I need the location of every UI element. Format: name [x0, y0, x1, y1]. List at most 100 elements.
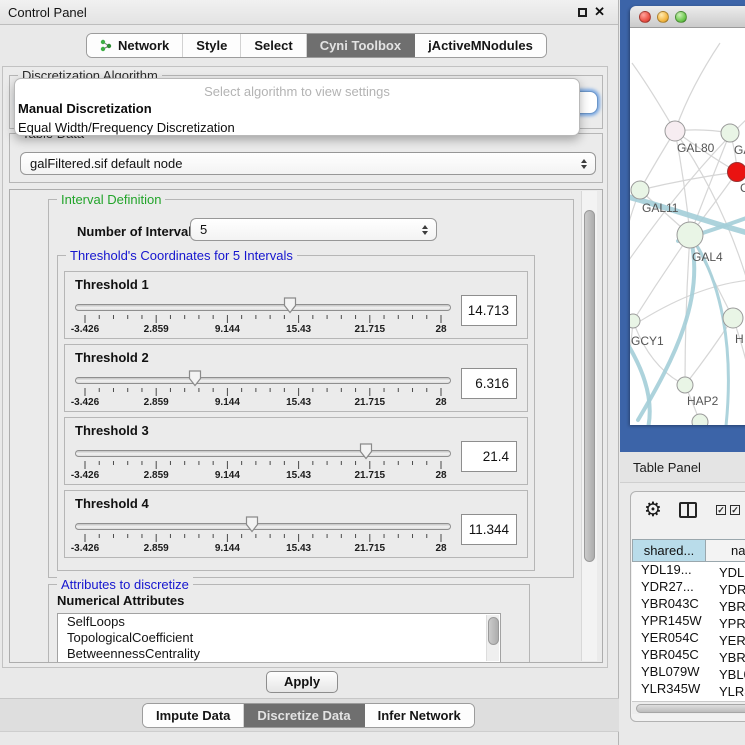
- slider-tick-labels: -3.4262.8599.14415.4321.71528: [85, 543, 441, 555]
- threshold-slider[interactable]: -3.4262.8599.14415.4321.71528: [75, 442, 451, 484]
- tab-discretize-data[interactable]: Discretize Data: [244, 704, 364, 727]
- table-cell: YBR045C: [632, 647, 710, 662]
- tick-label: 21.715: [355, 543, 386, 554]
- tab-style[interactable]: Style: [183, 34, 241, 57]
- table-cell: YLR345W: [632, 681, 710, 696]
- tick-label: -3.426: [71, 470, 99, 481]
- threshold-label: Threshold 1: [75, 277, 149, 292]
- table-horizontal-scrollbar[interactable]: [632, 701, 745, 714]
- float-panel-icon[interactable]: [578, 8, 587, 17]
- number-of-intervals-combobox[interactable]: 5: [190, 218, 437, 241]
- tick-label: 2.859: [144, 543, 169, 554]
- threshold-value-field[interactable]: 14.713: [461, 295, 517, 326]
- tab-infer-network[interactable]: Infer Network: [365, 704, 474, 727]
- network-node[interactable]: [631, 181, 649, 199]
- network-canvas[interactable]: GAL80GACGAL11GAL4GCY1HHAP2: [630, 28, 745, 425]
- threshold-label: Threshold 4: [75, 496, 149, 511]
- tick-label: 28: [435, 543, 446, 554]
- table-row[interactable]: YPR145WYPR1: [632, 613, 745, 630]
- slider-thumb[interactable]: [283, 297, 297, 314]
- close-panel-icon[interactable]: ✕: [594, 4, 605, 20]
- attribute-items: SelfLoopsTopologicalCoefficientBetweenne…: [58, 614, 500, 662]
- slider-thumb[interactable]: [188, 370, 202, 387]
- tab-impute-data[interactable]: Impute Data: [143, 704, 244, 727]
- tab-network[interactable]: Network: [87, 34, 183, 57]
- attribute-item-topologicalcoefficient[interactable]: TopologicalCoefficient: [58, 630, 500, 646]
- network-node[interactable]: [721, 124, 739, 142]
- tab-label: Impute Data: [156, 708, 230, 723]
- settings-scrollbar[interactable]: [581, 191, 597, 661]
- tab-select[interactable]: Select: [241, 34, 306, 57]
- threshold-slider[interactable]: -3.4262.8599.14415.4321.71528: [75, 369, 451, 411]
- threshold-value-field[interactable]: 6.316: [461, 368, 517, 399]
- table-row[interactable]: YDL19...YDL1: [632, 562, 745, 579]
- settings-scrollbar-thumb[interactable]: [584, 210, 595, 562]
- table-row[interactable]: YBR043CYBR0: [632, 596, 745, 613]
- tab-jactivemnodules[interactable]: jActiveMNodules: [415, 34, 546, 57]
- table-cell: YLR3: [710, 684, 745, 699]
- slider-scale: -3.4262.8599.14415.4321.71528: [85, 369, 441, 411]
- attribute-item-betweennesscentrality[interactable]: BetweennessCentrality: [58, 646, 500, 662]
- tick-label: 2.859: [144, 397, 169, 408]
- network-node[interactable]: [665, 121, 685, 141]
- table-row[interactable]: YER054CYER0: [632, 630, 745, 647]
- zoom-window-icon[interactable]: [675, 11, 687, 23]
- slider-ticks: [85, 534, 441, 543]
- minimize-window-icon[interactable]: [657, 11, 669, 23]
- node-table: ⚙ ✓ ✓ shared...na YDL19...YDL1YDR27...YD…: [630, 491, 745, 722]
- network-window-titlebar: [630, 6, 745, 28]
- table-row[interactable]: YBR045CYBR0: [632, 647, 745, 664]
- settings-scrollpane: Interval Definition Number of Intervals …: [9, 189, 603, 663]
- table-column-header-shared-[interactable]: shared...: [632, 539, 706, 562]
- table-cell: YER0: [710, 633, 745, 648]
- threshold-value-field[interactable]: 11.344: [461, 514, 517, 545]
- table-checkbox-icon-2[interactable]: ✓: [730, 505, 740, 515]
- table-row[interactable]: YLR345WYLR3: [632, 681, 745, 698]
- table-panel-header: Table Panel: [620, 452, 745, 483]
- attributes-scrollbar-thumb[interactable]: [488, 617, 499, 645]
- network-node[interactable]: [630, 314, 640, 328]
- network-node-selected[interactable]: [728, 163, 745, 182]
- control-panel-titlebar: Control Panel ✕: [0, 0, 618, 25]
- table-settings-gear-icon[interactable]: ⚙: [644, 497, 662, 522]
- table-row[interactable]: YDR27...YDR2: [632, 579, 745, 596]
- table-columns-icon[interactable]: [679, 502, 697, 518]
- algorithm-placeholder-option[interactable]: Select algorithm to view settings: [15, 79, 579, 99]
- algorithm-option-equal-width-frequency-discretization[interactable]: Equal Width/Frequency Discretization: [15, 118, 579, 136]
- threshold-slider[interactable]: -3.4262.8599.14415.4321.71528: [75, 515, 451, 557]
- table-checkbox-icon-1[interactable]: ✓: [716, 505, 726, 515]
- tick-label: 15.43: [286, 470, 311, 481]
- tick-label: 9.144: [215, 543, 240, 554]
- network-node[interactable]: [692, 414, 708, 425]
- threshold-panel: Threshold 4-3.4262.8599.14415.4321.71528…: [64, 490, 528, 558]
- table-cell: YPR1: [710, 616, 745, 631]
- tick-label: 21.715: [355, 324, 386, 335]
- attribute-item-selfloops[interactable]: SelfLoops: [58, 614, 500, 630]
- threshold-value-field[interactable]: 21.4: [461, 441, 517, 472]
- tab-cyni-toolbox[interactable]: Cyni Toolbox: [307, 34, 415, 57]
- network-node[interactable]: [723, 308, 743, 328]
- algorithm-options: Manual DiscretizationEqual Width/Frequen…: [15, 99, 579, 136]
- table-horizontal-scrollbar-thumb[interactable]: [636, 704, 745, 713]
- tab-label: Style: [196, 38, 227, 53]
- apply-button[interactable]: Apply: [266, 671, 338, 693]
- numerical-attributes-list[interactable]: SelfLoopsTopologicalCoefficientBetweenne…: [57, 613, 501, 663]
- table-row[interactable]: YBL079WYBL0: [632, 664, 745, 681]
- close-window-icon[interactable]: [639, 11, 651, 23]
- slider-thumb[interactable]: [245, 516, 259, 533]
- network-node[interactable]: [677, 222, 703, 248]
- table-column-header-na[interactable]: na: [706, 539, 745, 562]
- table-data-group: Table Data galFiltered.sif default node: [9, 133, 603, 183]
- network-node-label: GA: [734, 143, 745, 157]
- table-data-combobox[interactable]: galFiltered.sif default node: [20, 152, 596, 175]
- threshold-label: Threshold 2: [75, 350, 149, 365]
- attributes-scrollbar[interactable]: [486, 615, 499, 661]
- slider-scale: -3.4262.8599.14415.4321.71528: [85, 296, 441, 338]
- right-region: GAL80GACGAL11GAL4GCY1HHAP2 Table Panel ⚙…: [620, 0, 745, 745]
- network-node[interactable]: [677, 377, 693, 393]
- algorithm-option-manual-discretization[interactable]: Manual Discretization: [15, 99, 579, 118]
- threshold-panel: Threshold 3-3.4262.8599.14415.4321.71528…: [64, 417, 528, 485]
- threshold-slider[interactable]: -3.4262.8599.14415.4321.71528: [75, 296, 451, 338]
- slider-thumb[interactable]: [359, 443, 373, 460]
- interval-definition-group: Interval Definition Number of Intervals …: [48, 199, 574, 578]
